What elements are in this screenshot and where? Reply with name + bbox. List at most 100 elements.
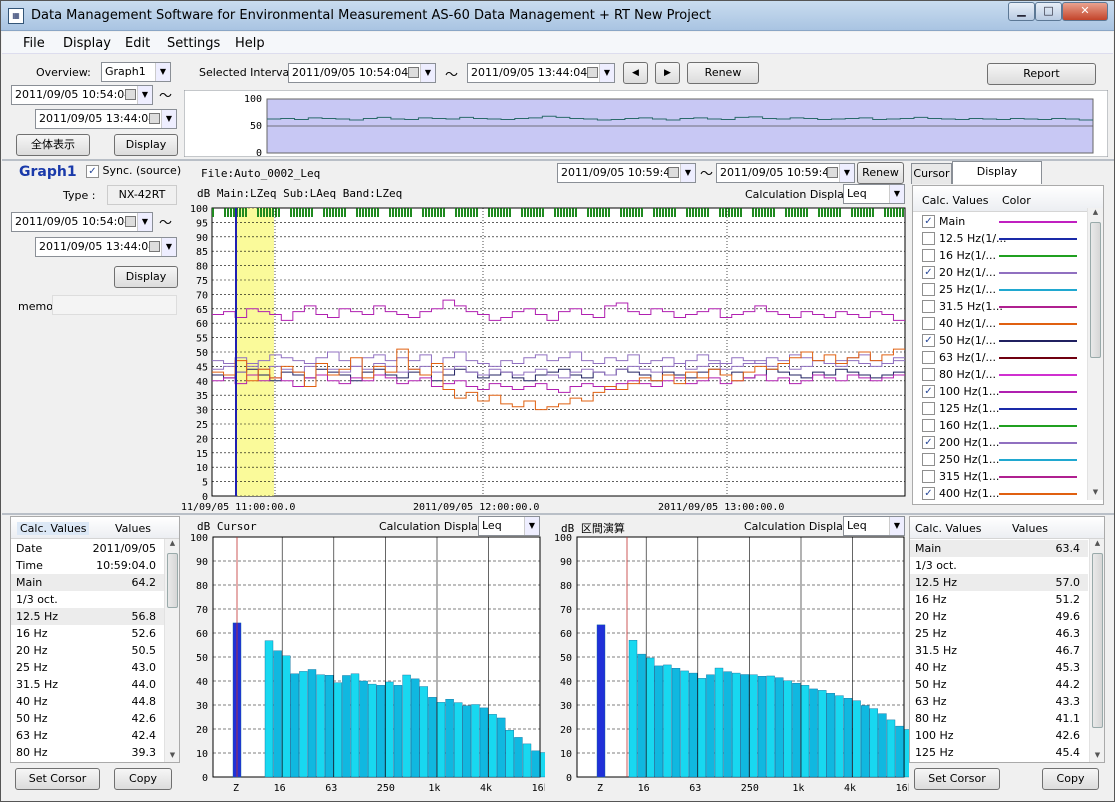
- visibility-checkbox[interactable]: ✓: [922, 266, 935, 279]
- scroll-up-arrow-icon[interactable]: ▲: [1088, 208, 1103, 220]
- overview-end-picker[interactable]: 2011/09/05 13:44:04 ▼: [35, 109, 177, 129]
- time-history-chart[interactable]: 100 95 90 85 80 75 70 65 60 55 50 45 40 35 30 25 20 15 10 5…: [181, 201, 908, 514]
- color-swatch[interactable]: [999, 476, 1077, 478]
- scroll-down-arrow-icon[interactable]: ▼: [165, 751, 179, 762]
- display-item-row[interactable]: 63 Hz(1/...: [913, 349, 1087, 366]
- table-row[interactable]: 80 Hz 39.3: [11, 744, 164, 761]
- menu-settings[interactable]: Settings: [167, 36, 220, 51]
- color-swatch[interactable]: [999, 391, 1077, 393]
- graph-start-picker[interactable]: 2011/09/05 10:54:04 ▼: [11, 212, 153, 232]
- display-item-row[interactable]: 25 Hz(1/...: [913, 281, 1087, 298]
- color-swatch[interactable]: [999, 221, 1077, 223]
- visibility-checkbox[interactable]: [922, 453, 935, 466]
- main-to-picker[interactable]: 2011/09/05 10:59:41 ▼: [716, 163, 855, 183]
- display-item-row[interactable]: ✓ 50 Hz(1/...: [913, 332, 1087, 349]
- overview-chart[interactable]: 100 50 0: [184, 90, 1108, 157]
- color-swatch[interactable]: [999, 442, 1077, 444]
- menu-display[interactable]: Display: [63, 36, 111, 51]
- visibility-checkbox[interactable]: [922, 402, 935, 415]
- display-item-row[interactable]: ✓ 200 Hz(1...: [913, 434, 1087, 451]
- visibility-checkbox[interactable]: [922, 419, 935, 432]
- next-button[interactable]: ▶: [655, 62, 680, 84]
- tab-cursor[interactable]: Cursor: [911, 163, 952, 184]
- display-item-row[interactable]: 31.5 Hz(1...: [913, 298, 1087, 315]
- color-swatch[interactable]: [999, 374, 1077, 376]
- visibility-checkbox[interactable]: [922, 470, 935, 483]
- table-row[interactable]: 20 Hz 49.6: [910, 608, 1088, 625]
- table-row[interactable]: 40 Hz 44.8: [11, 693, 164, 710]
- main-from-picker[interactable]: 2011/09/05 10:59:40 ▼: [557, 163, 696, 183]
- interval-calc-select[interactable]: Leq ▼: [843, 516, 905, 536]
- graph-display-button[interactable]: Display: [114, 266, 178, 288]
- table-row[interactable]: 31.5 Hz 46.7: [910, 642, 1088, 659]
- interval-end-picker[interactable]: 2011/09/05 13:44:04 ▼: [467, 63, 615, 83]
- scroll-down-arrow-icon[interactable]: ▼: [1088, 488, 1103, 500]
- display-item-row[interactable]: ✓ 20 Hz(1/...: [913, 264, 1087, 281]
- table-row[interactable]: 25 Hz 46.3: [910, 625, 1088, 642]
- main-renew-button[interactable]: Renew: [857, 162, 904, 184]
- scroll-thumb[interactable]: [167, 553, 178, 608]
- table-row[interactable]: 16 Hz 52.6: [11, 625, 164, 642]
- memo-field[interactable]: [52, 295, 177, 315]
- color-swatch[interactable]: [999, 425, 1077, 427]
- table-row[interactable]: 1/3 oct.: [910, 557, 1088, 574]
- scroll-up-arrow-icon[interactable]: ▲: [165, 539, 179, 551]
- visibility-checkbox[interactable]: ✓: [922, 215, 935, 228]
- table-row[interactable]: Main 64.2: [11, 574, 164, 591]
- visibility-checkbox[interactable]: [922, 368, 935, 381]
- left-copy-button[interactable]: Copy: [114, 768, 172, 790]
- table-row[interactable]: 40 Hz 45.3: [910, 659, 1088, 676]
- right-copy-button[interactable]: Copy: [1042, 768, 1099, 790]
- table-row[interactable]: Main 63.4: [910, 540, 1088, 557]
- color-swatch[interactable]: [999, 323, 1077, 325]
- color-swatch[interactable]: [999, 340, 1077, 342]
- display-item-row[interactable]: ✓ Main: [913, 213, 1087, 230]
- display-item-row[interactable]: 315 Hz(1...: [913, 468, 1087, 485]
- display-item-row[interactable]: 125 Hz(1...: [913, 400, 1087, 417]
- cursor-values-scrollbar[interactable]: ▲ ▼: [164, 539, 179, 762]
- right-set-cursor-button[interactable]: Set Corsor: [914, 768, 1000, 790]
- overview-start-picker[interactable]: 2011/09/05 10:54:04 ▼: [11, 85, 153, 105]
- table-row[interactable]: 31.5 Hz 44.0: [11, 676, 164, 693]
- color-swatch[interactable]: [999, 306, 1077, 308]
- visibility-checkbox[interactable]: ✓: [922, 385, 935, 398]
- interval-start-picker[interactable]: 2011/09/05 10:54:04 ▼: [288, 63, 436, 83]
- display-item-row[interactable]: 160 Hz(1...: [913, 417, 1087, 434]
- menu-file[interactable]: File: [23, 36, 45, 51]
- color-swatch[interactable]: [999, 289, 1077, 291]
- table-row[interactable]: 12.5 Hz 57.0: [910, 574, 1088, 591]
- visibility-checkbox[interactable]: [922, 351, 935, 364]
- prev-button[interactable]: ◀: [623, 62, 648, 84]
- report-button[interactable]: Report: [987, 63, 1096, 85]
- cursor-spectrum-chart[interactable]: 1009080706050403020100Z16632501k4k16kHz: [183, 534, 545, 796]
- display-item-row[interactable]: 250 Hz(1...: [913, 451, 1087, 468]
- table-row[interactable]: 63 Hz 42.4: [11, 727, 164, 744]
- table-row[interactable]: 12.5 Hz 56.8: [11, 608, 164, 625]
- display-settings-scrollbar[interactable]: ▲ ▼: [1087, 208, 1103, 500]
- visibility-checkbox[interactable]: [922, 249, 935, 262]
- table-row[interactable]: 63 Hz 43.3: [910, 693, 1088, 710]
- visibility-checkbox[interactable]: [922, 300, 935, 313]
- visibility-checkbox[interactable]: ✓: [922, 487, 935, 500]
- visibility-checkbox[interactable]: ✓: [922, 436, 935, 449]
- tab-display-settings[interactable]: Display Settings: [952, 161, 1042, 197]
- display-item-row[interactable]: ✓ 100 Hz(1...: [913, 383, 1087, 400]
- color-swatch[interactable]: [999, 408, 1077, 410]
- table-row[interactable]: 20 Hz 50.5: [11, 642, 164, 659]
- show-all-button[interactable]: 全体表示: [16, 134, 90, 156]
- cursor-calc-select[interactable]: Leq ▼: [478, 516, 540, 536]
- interval-values-scrollbar[interactable]: ▲ ▼: [1089, 539, 1104, 762]
- visibility-checkbox[interactable]: [922, 317, 935, 330]
- color-swatch[interactable]: [999, 493, 1077, 495]
- table-row[interactable]: Time 10:59:04.0: [11, 557, 164, 574]
- overview-display-button[interactable]: Display: [114, 134, 178, 156]
- table-row[interactable]: 1/3 oct.: [11, 591, 164, 608]
- table-row[interactable]: Date 2011/09/05: [11, 540, 164, 557]
- table-row[interactable]: 100 Hz 42.6: [910, 727, 1088, 744]
- table-row[interactable]: 25 Hz 43.0: [11, 659, 164, 676]
- maximize-button[interactable]: □: [1035, 2, 1062, 21]
- color-swatch[interactable]: [999, 238, 1077, 240]
- table-row[interactable]: 125 Hz 45.4: [910, 744, 1088, 761]
- color-swatch[interactable]: [999, 357, 1077, 359]
- table-row[interactable]: 50 Hz 44.2: [910, 676, 1088, 693]
